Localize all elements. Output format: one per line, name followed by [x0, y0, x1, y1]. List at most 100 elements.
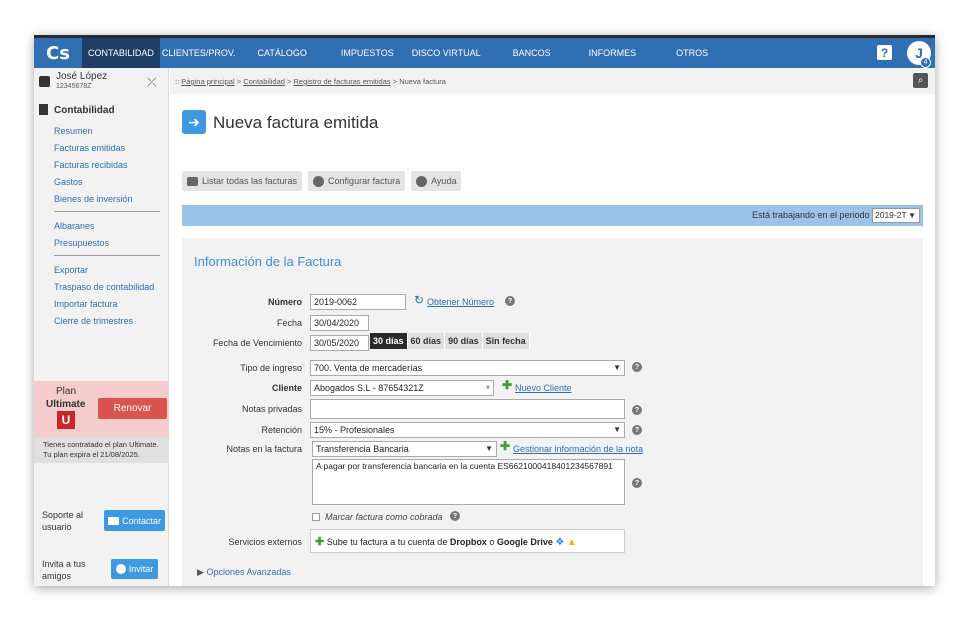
mail-icon [107, 516, 119, 525]
user-name: José López [56, 71, 108, 82]
dropbox-label: Dropbox [449, 537, 487, 547]
breadcrumb-current: Nueva factura [399, 77, 446, 86]
question-icon [416, 175, 428, 187]
nav-informes[interactable]: INFORMES [583, 38, 643, 68]
nav-impuestos[interactable]: IMPUESTOS [335, 38, 400, 68]
invoice-icon: ➔ [182, 110, 206, 134]
invite-label: Invita a tus amigos [42, 558, 86, 582]
app-logo[interactable]: Cs [34, 38, 82, 68]
fecha-label: Fecha [276, 318, 302, 328]
sidebar-item-exportar[interactable]: Exportar [54, 262, 160, 279]
plan-badge: U [57, 411, 75, 429]
period-bar: Está trabajando en el periodo 2019-2T ▼ [182, 205, 923, 226]
cobrada-checkbox[interactable] [312, 513, 320, 521]
user-card-icon [39, 76, 50, 87]
option-30-dias[interactable]: 30 días [370, 333, 408, 349]
obtener-numero-link[interactable]: Obtener Número [427, 297, 494, 307]
nav-disco-virtual[interactable]: DISCO VIRTUAL [406, 38, 487, 68]
gear-icon [313, 175, 325, 187]
help-icon[interactable]: ? [632, 405, 642, 415]
period-select[interactable]: 2019-2T ▼ [872, 208, 920, 223]
plan-note: Tienes contratado el plan Ultimate. Tu p… [34, 437, 169, 463]
nuevo-cliente-link[interactable]: Nuevo Cliente [515, 383, 572, 393]
servicios-text: Sube tu factura a tu cuenta de [326, 537, 448, 547]
fecha-input[interactable]: 30/04/2020 [310, 315, 369, 331]
external-services-box[interactable]: ✚ Sube tu factura a tu cuenta de Dropbox… [310, 529, 625, 553]
plan-note-line: Tu plan expira el 21/08/2025. [43, 450, 140, 459]
dropbox-icon[interactable]: ❖ [555, 537, 564, 548]
user-id: 12345678Z [56, 83, 92, 90]
invite-label-line: Invita a tus [42, 559, 86, 569]
breadcrumb-bar: :: Página principal > Contabilidad > Reg… [170, 68, 935, 94]
numero-input[interactable]: 2019-0062 [310, 294, 406, 310]
option-90-dias[interactable]: 90 días [445, 333, 483, 349]
notas-privadas-textarea[interactable] [310, 399, 625, 419]
servicios-label: Servicios externos [228, 537, 302, 547]
app-window: Cs CONTABILIDAD CLIENTES/PROV. CATÁLOGO … [34, 35, 935, 586]
refresh-icon[interactable]: ↻ [414, 293, 424, 307]
sidebar-item-facturas-emitidas[interactable]: Facturas emitidas [54, 140, 160, 157]
plus-icon[interactable]: ✚ [500, 439, 510, 453]
vencimiento-label: Fecha de Vencimiento [212, 338, 302, 348]
sidebar-item-albaranes[interactable]: Albaranes [54, 218, 160, 235]
configure-invoice-button[interactable]: Configurar factura [308, 171, 406, 191]
notas-factura-textarea[interactable]: A pagar por transferencia bancaria en la… [312, 459, 625, 505]
help-icon[interactable]: ? [632, 425, 642, 435]
advanced-options-toggle[interactable]: ▶ Opciones Avanzadas [197, 567, 291, 578]
nav-clientes[interactable]: CLIENTES/PROV. [160, 38, 238, 68]
search-icon[interactable]: ⌕ [913, 73, 928, 88]
google-drive-label: Google Drive [496, 537, 553, 547]
sidebar-divider [54, 211, 160, 212]
plan-note-line: Tienes contratado el plan Ultimate. [43, 440, 159, 449]
list-invoices-button[interactable]: Listar todas las facturas [182, 171, 303, 191]
help-icon[interactable]: ? [632, 362, 642, 372]
help-icon[interactable]: ? [505, 296, 515, 306]
renew-button[interactable]: Renovar [98, 398, 167, 419]
cliente-label: Cliente [271, 383, 302, 393]
nav-otros[interactable]: OTROS [670, 38, 714, 68]
gestionar-nota-link[interactable]: Gestionar información de la nota [513, 444, 643, 454]
cliente-select[interactable]: Abogados S.L - 87654321Z ▾ [310, 380, 494, 396]
sidebar-item-bienes[interactable]: Bienes de inversión [54, 191, 160, 208]
help-icon[interactable]: ? [877, 45, 892, 60]
vencimiento-options: 30 días 60 días 90 días Sin fecha [370, 333, 530, 349]
plus-icon[interactable]: ✚ [502, 378, 512, 392]
sidebar-item-importar[interactable]: Importar factura [54, 296, 160, 313]
sidebar-item-facturas-recibidas[interactable]: Facturas recibidas [54, 157, 160, 174]
period-label: Está trabajando en el periodo [752, 210, 870, 220]
contact-button[interactable]: Contactar [104, 510, 165, 531]
nav-catalogo[interactable]: CATÁLOGO [252, 38, 313, 68]
chevron-down-icon: ▾ [485, 383, 490, 392]
option-60-dias[interactable]: 60 días [407, 333, 446, 349]
sidebar-item-cierre[interactable]: Cierre de trimestres [54, 313, 160, 330]
option-sin-fecha[interactable]: Sin fecha [482, 333, 530, 349]
toolbar: Listar todas las facturas Configurar fac… [182, 171, 462, 191]
sidebar-item-traspaso[interactable]: Traspaso de contabilidad [54, 279, 160, 296]
plan-box: Plan Ultimate U Renovar [34, 381, 169, 437]
sidebar: José López 12345678Z ⤫ Contabilidad Resu… [34, 68, 169, 586]
notas-factura-select[interactable]: Transferencia Bancaria ▼ [312, 441, 497, 457]
sidebar-item-resumen[interactable]: Resumen [54, 123, 160, 140]
retencion-select[interactable]: 15% - Profesionales ▼ [310, 422, 625, 438]
help-icon[interactable]: ? [450, 511, 460, 521]
breadcrumb-contabilidad[interactable]: Contabilidad [243, 77, 285, 86]
help-button[interactable]: Ayuda [411, 171, 462, 191]
vencimiento-input[interactable]: 30/05/2020 [310, 335, 369, 351]
main-nav: CONTABILIDAD CLIENTES/PROV. CATÁLOGO IMP… [82, 38, 714, 68]
cobrada-label: Marcar factura como cobrada [325, 512, 443, 522]
collapse-sidebar-icon[interactable]: ⤫ [147, 75, 157, 90]
sidebar-item-presupuestos[interactable]: Presupuestos [54, 235, 160, 252]
invite-label-line: amigos [42, 571, 72, 581]
plus-icon: ✚ [315, 536, 325, 548]
invite-button[interactable]: Invitar [111, 559, 158, 579]
nav-contabilidad[interactable]: CONTABILIDAD [82, 38, 160, 68]
sidebar-item-gastos[interactable]: Gastos [54, 174, 160, 191]
breadcrumb-registro[interactable]: Registro de facturas emitidas [294, 77, 391, 86]
tipo-ingreso-select[interactable]: 700. Venta de mercaderías ▼ [310, 360, 625, 376]
invoice-form: Información de la Factura Número 2019-00… [182, 238, 923, 586]
nav-bancos[interactable]: BANCOS [507, 38, 557, 68]
google-drive-icon[interactable]: ▲ [567, 537, 577, 548]
help-icon[interactable]: ? [632, 478, 642, 488]
support-label-line: Soporte al [42, 510, 84, 520]
breadcrumb-home[interactable]: Página principal [181, 77, 234, 86]
